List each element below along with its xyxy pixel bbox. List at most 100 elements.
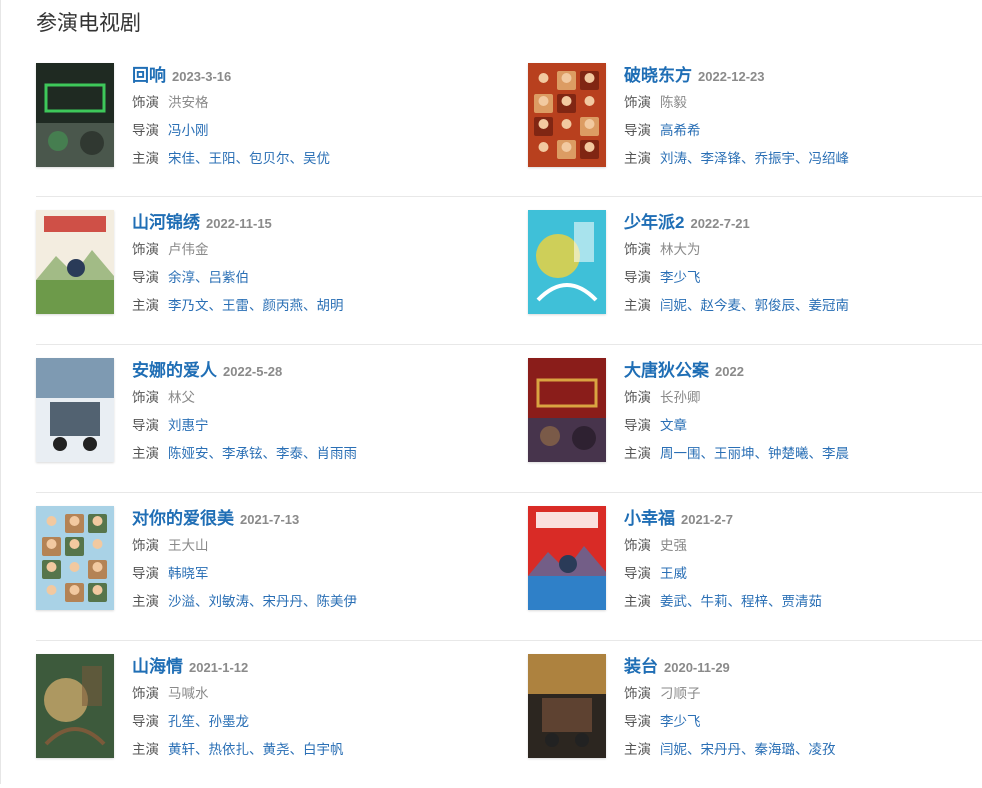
star-link[interactable]: 李承铉 [222,446,263,461]
separator: 、 [687,594,701,609]
star-link[interactable]: 刘涛 [660,151,687,166]
drama-poster[interactable] [36,63,114,167]
drama-title-link[interactable]: 山海情 [132,657,183,676]
star-link[interactable]: 王雷 [222,298,249,313]
star-link[interactable]: 陈美伊 [317,594,358,609]
separator: 、 [795,151,809,166]
director-link[interactable]: 冯小刚 [168,123,209,138]
star-link[interactable]: 王阳 [209,151,236,166]
drama-title-link[interactable]: 小幸福 [624,509,675,528]
director-link[interactable]: 王威 [660,566,687,581]
separator: 、 [795,298,809,313]
drama-poster[interactable] [528,63,606,167]
star-link[interactable]: 白宇帆 [303,742,344,757]
role-name: 史强 [660,538,687,553]
star-link[interactable]: 凌孜 [809,742,836,757]
star-link[interactable]: 姜冠南 [809,298,850,313]
drama-title-link[interactable]: 装台 [624,657,658,676]
director-line: 导演 刘惠宁 [132,412,452,440]
drama-poster[interactable] [36,210,114,314]
star-link[interactable]: 周一围 [660,446,701,461]
drama-poster[interactable] [36,358,114,462]
star-link[interactable]: 宋丹丹 [263,594,304,609]
star-link[interactable]: 黄尧 [263,742,290,757]
drama-poster[interactable] [36,654,114,758]
star-link[interactable]: 李泰 [276,446,303,461]
star-link[interactable]: 赵今麦 [701,298,742,313]
role-line: 饰演 刁顺子 [624,680,944,708]
star-link[interactable]: 程梓 [741,594,768,609]
drama-title-link[interactable]: 回响 [132,66,166,85]
star-link[interactable]: 郭俊辰 [755,298,796,313]
separator: 、 [303,594,317,609]
drama-date: 2022-7-21 [690,216,750,231]
drama-info: 山河锦绣 2022-11-15 饰演 卢伟金 导演 余淳、吕紫伯 主演 李乃文、王雷、颜丙燕、… [132,210,452,320]
drama-title-link[interactable]: 少年派2 [624,213,684,232]
drama-poster[interactable] [36,506,114,610]
star-link[interactable]: 热依扎 [209,742,250,757]
starring-label: 主演 [624,742,651,757]
role-name: 洪安格 [168,95,209,110]
star-link[interactable]: 刘敏涛 [209,594,250,609]
drama-poster[interactable] [528,358,606,462]
star-link[interactable]: 秦海璐 [755,742,796,757]
role-name: 马喊水 [168,686,209,701]
director-link[interactable]: 孔笙 [168,714,195,729]
drama-poster[interactable] [528,506,606,610]
star-link[interactable]: 乔振宇 [755,151,796,166]
star-link[interactable]: 李乃文 [168,298,209,313]
drama-row: 对你的爱很美 2021-7-13 饰演 王大山 导演 韩晓军 主演 沙溢、刘敏涛、宋丹丹、陈美… [36,493,982,641]
director-link[interactable]: 李少飞 [660,270,701,285]
director-link[interactable]: 吕紫伯 [209,270,250,285]
star-link[interactable]: 吴优 [303,151,330,166]
drama-item: 少年派2 2022-7-21 饰演 林大为 导演 李少飞 主演 闫妮、赵今麦、郭俊辰、姜冠南 [528,210,948,318]
director-link[interactable]: 文章 [660,418,687,433]
star-link[interactable]: 姜武 [660,594,687,609]
star-link[interactable]: 黄轩 [168,742,195,757]
drama-poster[interactable] [528,210,606,314]
starring-line: 主演 宋佳、王阳、包贝尔、吴优 [132,145,452,173]
drama-title-link[interactable]: 安娜的爱人 [132,361,217,380]
star-link[interactable]: 冯绍峰 [809,151,850,166]
starring-line: 主演 姜武、牛莉、程梓、贾清茹 [624,588,944,616]
drama-title-link[interactable]: 山河锦绣 [132,213,200,232]
star-link[interactable]: 闫妮 [660,742,687,757]
star-link[interactable]: 包贝尔 [249,151,290,166]
role-name: 林父 [168,390,195,405]
star-link[interactable]: 王丽坤 [714,446,755,461]
separator: 、 [195,714,209,729]
drama-title-link[interactable]: 大唐狄公案 [624,361,709,380]
star-link[interactable]: 胡明 [317,298,344,313]
star-link[interactable]: 宋丹丹 [701,742,742,757]
drama-poster[interactable] [528,654,606,758]
title-line: 对你的爱很美 2021-7-13 [132,506,452,532]
director-line: 导演 孔笙、孙墨龙 [132,708,452,736]
star-link[interactable]: 李晨 [822,446,849,461]
role-line: 饰演 林大为 [624,236,944,264]
star-link[interactable]: 颜丙燕 [263,298,304,313]
separator: 、 [754,446,769,461]
director-link[interactable]: 刘惠宁 [168,418,209,433]
director-link[interactable]: 孙墨龙 [209,714,250,729]
director-link[interactable]: 余淳 [168,270,195,285]
section-title: 参演电视剧 [36,12,141,35]
director-line: 导演 高希希 [624,117,944,145]
director-link[interactable]: 李少飞 [660,714,701,729]
separator: 、 [808,446,823,461]
director-link[interactable]: 韩晓军 [168,566,209,581]
starring-label: 主演 [624,298,651,313]
drama-title-link[interactable]: 破晓东方 [624,66,692,85]
star-link[interactable]: 闫妮 [660,298,687,313]
drama-item: 大唐狄公案 2022 饰演 长孙卿 导演 文章 主演 周一围、王丽坤、钟楚曦、李晨 [528,358,948,466]
star-link[interactable]: 肖雨雨 [317,446,358,461]
star-link[interactable]: 宋佳 [168,151,195,166]
drama-row: 安娜的爱人 2022-5-28 饰演 林父 导演 刘惠宁 主演 陈娅安、李承铉、李泰、肖雨雨大… [36,345,982,493]
star-link[interactable]: 贾清茹 [782,594,823,609]
star-link[interactable]: 李泽锋 [701,151,742,166]
drama-title-link[interactable]: 对你的爱很美 [132,509,234,528]
star-link[interactable]: 陈娅安 [168,446,209,461]
star-link[interactable]: 牛莉 [701,594,728,609]
director-link[interactable]: 高希希 [660,123,701,138]
star-link[interactable]: 钟楚曦 [768,446,809,461]
star-link[interactable]: 沙溢 [168,594,195,609]
